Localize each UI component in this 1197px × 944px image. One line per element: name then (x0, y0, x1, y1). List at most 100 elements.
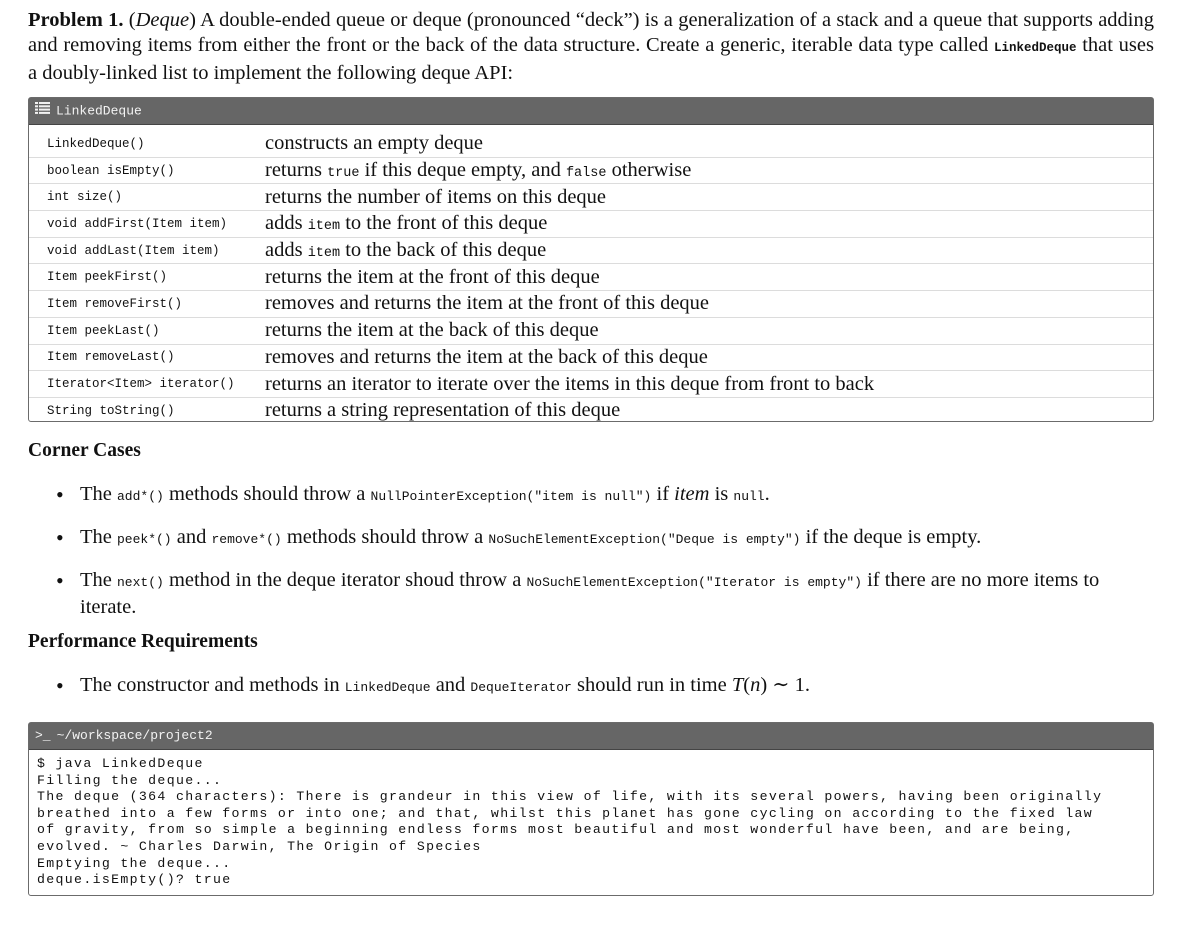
api-description: adds item to the front of this deque (265, 210, 1153, 238)
api-row: Item removeLast() removes and returns the… (29, 344, 1153, 372)
text-span: constructs an empty deque (265, 132, 484, 155)
text-span: is (709, 483, 734, 505)
code-span: true (327, 166, 360, 182)
api-signature: Iterator<Item> iterator() (29, 370, 265, 398)
text-span: returns (265, 159, 328, 182)
api-row: LinkedDeque() constructs an empty deque (29, 131, 1153, 158)
api-signature: Item peekLast() (29, 317, 265, 345)
api-description: returns the item at the front of this de… (265, 263, 1153, 292)
api-description: returns a string representation of this … (265, 397, 1153, 423)
text-span: to the back of this deque (340, 239, 547, 262)
api-row: Iterator<Item> iterator() returns an iter… (29, 370, 1153, 398)
text-span: if this deque empty, and (359, 159, 566, 182)
code-span: add*() (117, 489, 164, 504)
text-span: and (430, 674, 471, 696)
text-span: method in the deque iterator shoud throw… (163, 569, 527, 591)
text-span: returns the item at the back of this deq… (265, 319, 599, 342)
terminal-line: of gravity, from so simple a beginning e… (37, 822, 1075, 838)
text-span: methods should throw a (281, 526, 489, 548)
api-row: Item peekLast() returns the item at the b… (29, 317, 1153, 345)
text-span: methods should throw a (163, 483, 371, 505)
corner-case-item: The next() method in the deque iterator … (52, 568, 1152, 620)
text-span: returns an iterator to iterate over the … (265, 372, 875, 395)
code-span: DequeIterator (470, 680, 572, 695)
api-signature: String toString() (47, 403, 175, 418)
text-span: The constructor and methods in (80, 674, 345, 696)
corner-cases-heading: Corner Cases (28, 440, 141, 461)
class-name: LinkedDeque (993, 41, 1077, 55)
text-span: ) ∼ 1. (760, 674, 810, 696)
text-span: returns the number of items on this dequ… (265, 185, 607, 208)
api-row: void addFirst(Item item) adds item to the… (29, 210, 1153, 238)
corner-case-item: The add*() methods should throw a NullPo… (52, 482, 1152, 509)
api-description: returns true if this deque empty, and fa… (265, 157, 1153, 185)
api-row: Item removeFirst() removes and returns th… (29, 290, 1153, 318)
code-span: null (733, 489, 765, 504)
text-span: The (80, 483, 117, 505)
terminal-path: ~/workspace/project2 (56, 728, 213, 743)
terminal-line: $ java LinkedDeque (37, 756, 204, 771)
api-signature: LinkedDeque() (29, 131, 265, 158)
text-span: removes and returns the item at the fron… (265, 292, 710, 315)
code-span: item (307, 219, 341, 235)
terminal-header: >_ ~/workspace/project2 (29, 723, 1153, 750)
api-box: LinkedDeque LinkedDeque() constructs an e… (28, 97, 1154, 422)
api-table: LinkedDeque() constructs an empty deque bo… (29, 131, 1153, 424)
text-span: removes and returns the item at the back… (265, 345, 708, 368)
text-span: The (80, 526, 117, 548)
api-signature: void addLast(Item item) (29, 237, 265, 265)
terminal-prompt-icon: >_ (35, 728, 51, 743)
api-row: void addLast(Item item) adds item to the … (29, 237, 1153, 265)
problem-topic: Deque (135, 9, 190, 31)
api-row: Item peekFirst() returns the item at the … (29, 263, 1153, 292)
api-row: boolean isEmpty() returns true if this de… (29, 157, 1153, 185)
text-span: adds (265, 239, 308, 262)
performance-item: The constructor and methods in LinkedDeq… (52, 673, 1152, 700)
terminal-line: breathed into a few forms or into one; a… (37, 805, 1094, 821)
math-span: T (731, 674, 744, 696)
terminal-line: deque.isEmpty()? true (37, 872, 232, 888)
api-description: constructs an empty deque (265, 131, 1153, 158)
code-span: NoSuchElementException("Deque is empty") (488, 532, 801, 547)
corner-case-item: The peek*() and remove*() methods should… (52, 525, 1152, 552)
text-span: . (764, 483, 770, 505)
text-span: returns the item at the front of this de… (265, 265, 600, 288)
terminal-line: Filling the deque... (37, 772, 223, 788)
text-span: and (171, 526, 212, 548)
code-span: remove*() (211, 532, 282, 547)
api-description: removes and returns the item at the back… (265, 344, 1153, 372)
terminal-output: $ java LinkedDeque Filling the deque... Th… (29, 750, 1153, 895)
code-span: LinkedDeque (344, 680, 431, 695)
api-box-header: LinkedDeque (29, 98, 1153, 125)
api-description: removes and returns the item at the fron… (265, 290, 1153, 318)
corner-cases-list: The add*() methods should throw a NullPo… (52, 482, 1152, 636)
problem-intro: Problem 1. (Deque) A double-ended queue … (28, 8, 1154, 86)
api-signature: int size() (29, 183, 265, 212)
api-description: returns an iterator to iterate over the … (265, 370, 1153, 398)
math-span: n (750, 674, 761, 696)
api-description: returns the number of items on this dequ… (265, 183, 1153, 212)
text-span: The (80, 569, 117, 591)
intro-text-1: A double-ended queue or deque (pronounce… (28, 9, 1154, 56)
api-box-title: LinkedDeque (56, 103, 142, 119)
terminal-line: evolved. ~ Charles Darwin, The Origin of… (37, 838, 482, 854)
code-span: next() (117, 575, 164, 590)
performance-heading: Performance Requirements (28, 631, 258, 652)
text-span: otherwise (606, 159, 692, 182)
code-span: peek*() (117, 532, 172, 547)
api-description: returns the item at the back of this deq… (265, 317, 1153, 345)
code-span: item (307, 246, 341, 262)
text-span: should run in time (571, 674, 732, 696)
terminal-line: The deque (364 characters): There is gra… (37, 789, 1103, 805)
api-row: int size() returns the number of items on… (29, 183, 1153, 212)
terminal-box: >_ ~/workspace/project2 $ java LinkedDequ… (28, 722, 1154, 896)
terminal-line: Emptying the deque... (37, 855, 232, 871)
list-icon (35, 98, 50, 124)
text-span: if the deque is empty. (800, 526, 982, 548)
api-signature: Item peekFirst() (29, 263, 265, 292)
text-span: if (651, 483, 675, 505)
text-span: adds (265, 212, 308, 235)
performance-list: The constructor and methods in LinkedDeq… (52, 673, 1152, 716)
math-span: item (674, 483, 710, 505)
problem-label: Problem 1. (28, 9, 124, 31)
